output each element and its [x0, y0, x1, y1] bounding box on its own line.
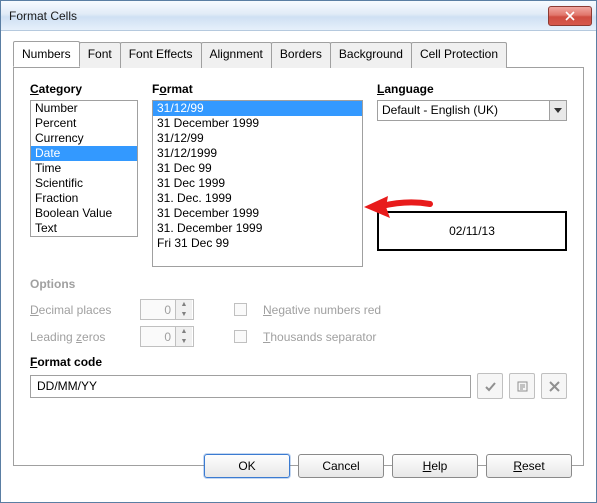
decimal-places-label: Decimal places: [30, 303, 130, 317]
check-icon: [484, 380, 497, 393]
leading-zeros-input[interactable]: [141, 327, 175, 346]
apply-format-button[interactable]: [477, 373, 503, 399]
format-label: Format: [152, 82, 363, 96]
cancel-button[interactable]: Cancel: [298, 454, 384, 478]
format-item[interactable]: 31. Dec. 1999: [153, 191, 362, 206]
close-button[interactable]: [548, 6, 592, 26]
tab-numbers[interactable]: Numbers: [13, 41, 80, 67]
format-item[interactable]: 31/12/99: [153, 101, 362, 116]
leading-zeros-label: Leading zeros: [30, 330, 130, 344]
tab-panel-numbers: Category Number Percent Currency Date Ti…: [13, 68, 584, 466]
close-icon: [565, 11, 575, 21]
negative-red-checkbox[interactable]: [234, 303, 247, 316]
format-code-label: Format code: [30, 355, 567, 369]
dialog-body: Numbers Font Font Effects Alignment Bord…: [13, 41, 584, 490]
thousands-label: Thousands separator: [263, 330, 376, 344]
category-item[interactable]: Fraction: [31, 191, 137, 206]
decimal-places-spinner[interactable]: ▲▼: [140, 299, 194, 320]
spin-down-icon[interactable]: ▼: [176, 310, 192, 320]
preview-box: 02/11/13: [377, 211, 567, 251]
tab-strip: Numbers Font Font Effects Alignment Bord…: [13, 41, 584, 68]
format-item[interactable]: 31 Dec 99: [153, 161, 362, 176]
options-label: Options: [30, 277, 567, 291]
language-combobox[interactable]: Default - English (UK): [377, 100, 567, 121]
titlebar[interactable]: Format Cells: [1, 1, 596, 31]
negative-red-label: Negative numbers red: [263, 303, 381, 317]
decimal-places-input[interactable]: [141, 300, 175, 319]
format-item[interactable]: 31. December 1999: [153, 221, 362, 236]
remove-format-button[interactable]: [541, 373, 567, 399]
category-item[interactable]: Currency: [31, 131, 137, 146]
format-item[interactable]: 31/12/99: [153, 131, 362, 146]
note-icon: [516, 380, 529, 393]
chevron-down-icon: [554, 108, 562, 114]
tab-background[interactable]: Background: [330, 42, 412, 68]
category-listbox[interactable]: Number Percent Currency Date Time Scient…: [30, 100, 138, 237]
category-label: Category: [30, 82, 138, 96]
reset-button[interactable]: Reset: [486, 454, 572, 478]
category-item[interactable]: Number: [31, 101, 137, 116]
format-item[interactable]: 31 December 1999: [153, 116, 362, 131]
format-code-input[interactable]: [30, 375, 471, 398]
preview-value: 02/11/13: [449, 224, 495, 238]
category-item[interactable]: Time: [31, 161, 137, 176]
leading-zeros-spinner[interactable]: ▲▼: [140, 326, 194, 347]
ok-button[interactable]: OK: [204, 454, 290, 478]
category-item[interactable]: Date: [31, 146, 137, 161]
tab-borders[interactable]: Borders: [271, 42, 331, 68]
format-item[interactable]: [153, 251, 362, 266]
category-item[interactable]: Boolean Value: [31, 206, 137, 221]
edit-comment-button[interactable]: [509, 373, 535, 399]
format-listbox[interactable]: 31/12/99 31 December 1999 31/12/99 31/12…: [152, 100, 363, 267]
format-item[interactable]: 31 December 1999: [153, 206, 362, 221]
help-button[interactable]: Help: [392, 454, 478, 478]
window-title: Format Cells: [9, 9, 548, 23]
language-label: Language: [377, 82, 567, 96]
category-item[interactable]: Text: [31, 221, 137, 236]
tab-font-effects[interactable]: Font Effects: [120, 42, 202, 68]
dropdown-button[interactable]: [549, 101, 566, 120]
thousands-checkbox[interactable]: [234, 330, 247, 343]
format-item[interactable]: Fri 31 Dec 99: [153, 236, 362, 251]
format-item[interactable]: 31 Dec 1999: [153, 176, 362, 191]
format-item[interactable]: 31/12/1999: [153, 146, 362, 161]
tab-font[interactable]: Font: [79, 42, 121, 68]
format-cells-dialog: Format Cells Numbers Font Font Effects A…: [0, 0, 597, 503]
x-icon: [549, 381, 560, 392]
category-item[interactable]: Scientific: [31, 176, 137, 191]
spin-up-icon[interactable]: ▲: [176, 300, 192, 310]
tab-alignment[interactable]: Alignment: [201, 42, 272, 68]
language-value: Default - English (UK): [378, 101, 549, 120]
tab-cell-protection[interactable]: Cell Protection: [411, 42, 507, 68]
spin-down-icon[interactable]: ▼: [176, 337, 192, 347]
spin-up-icon[interactable]: ▲: [176, 327, 192, 337]
category-item[interactable]: Percent: [31, 116, 137, 131]
dialog-button-row: OK Cancel Help Reset: [204, 454, 572, 478]
